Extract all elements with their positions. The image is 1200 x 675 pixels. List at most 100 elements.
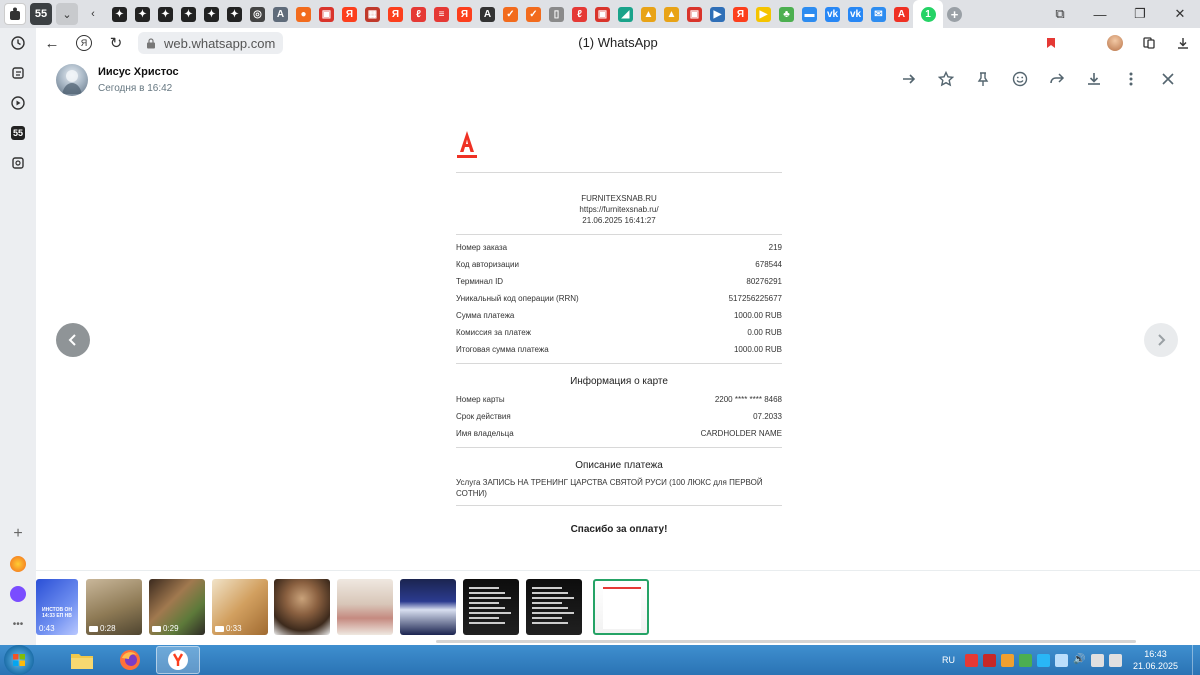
next-media-button[interactable] <box>1144 323 1178 357</box>
browser-tab[interactable]: ℓ <box>407 0 430 28</box>
counter-badge[interactable]: 55 <box>5 120 31 146</box>
browser-tab[interactable]: ▯ <box>545 0 568 28</box>
browser-tab[interactable]: vk <box>844 0 867 28</box>
tray-network-icon[interactable] <box>1054 653 1068 667</box>
reload-button[interactable]: ↻ <box>100 28 132 58</box>
tabs-scroll-left-icon[interactable]: ‹ <box>82 3 104 25</box>
tab-whatsapp[interactable]: 1 <box>913 0 943 28</box>
contact-avatar[interactable] <box>56 64 88 96</box>
video-icon[interactable] <box>5 90 31 116</box>
browser-tab[interactable]: ✦ <box>131 0 154 28</box>
bookmark-icon[interactable] <box>1034 28 1068 58</box>
profile-icon[interactable] <box>4 3 26 25</box>
history-icon[interactable] <box>5 30 31 56</box>
copy-icon[interactable]: ⧉ <box>1040 0 1080 28</box>
star-icon[interactable] <box>927 66 964 92</box>
video-thumbnail[interactable]: 0:28 <box>86 579 142 635</box>
browser-tab[interactable]: ● <box>292 0 315 28</box>
tabs-dropdown-icon[interactable]: ⌄ <box>56 3 78 25</box>
browser-tab[interactable]: ✦ <box>108 0 131 28</box>
video-thumbnail[interactable]: 0:33 <box>212 579 268 635</box>
user-avatar-icon[interactable] <box>1098 28 1132 58</box>
browser-tab[interactable]: Я <box>384 0 407 28</box>
tray-volume-icon[interactable]: 🔊 <box>1073 654 1086 667</box>
browser-tab[interactable]: A <box>890 0 913 28</box>
language-indicator[interactable]: RU <box>942 655 955 665</box>
browser-tab[interactable]: ◢ <box>614 0 637 28</box>
browser-tab[interactable]: ▬ <box>798 0 821 28</box>
alice-icon[interactable] <box>5 581 31 607</box>
menu-icon[interactable] <box>1112 66 1149 92</box>
pin-icon[interactable] <box>964 66 1001 92</box>
taskbar-explorer[interactable] <box>60 646 104 674</box>
browser-tab[interactable]: Я <box>729 0 752 28</box>
image-thumbnail[interactable] <box>593 579 649 635</box>
download-icon[interactable] <box>1166 28 1200 58</box>
download-media-icon[interactable] <box>1075 66 1112 92</box>
browser-tab[interactable]: ▣ <box>315 0 338 28</box>
url-field[interactable]: web.whatsapp.com <box>138 32 284 54</box>
browser-tab[interactable]: ▶ <box>752 0 775 28</box>
close-window-button[interactable]: ✕ <box>1160 0 1200 28</box>
video-thumbnail[interactable]: 0:29 <box>149 579 205 635</box>
browser-tab[interactable]: Я <box>453 0 476 28</box>
add-icon[interactable]: + <box>5 521 31 547</box>
browser-tab[interactable]: ✦ <box>177 0 200 28</box>
browser-tab[interactable]: ◎ <box>246 0 269 28</box>
browser-tab[interactable]: ✦ <box>200 0 223 28</box>
minimize-button[interactable]: — <box>1080 0 1120 28</box>
image-thumbnail[interactable] <box>526 579 582 635</box>
browser-tab[interactable]: vk <box>821 0 844 28</box>
browser-tab[interactable]: A <box>269 0 292 28</box>
show-desktop-button[interactable] <box>1192 645 1200 675</box>
tray-monitor-icon[interactable] <box>1108 653 1122 667</box>
browser-tab[interactable]: ✓ <box>499 0 522 28</box>
tray-bars-icon[interactable] <box>1018 653 1032 667</box>
clock[interactable]: 16:43 21.06.2025 <box>1133 648 1178 672</box>
browser-tab[interactable]: ▣ <box>683 0 706 28</box>
extensions-icon[interactable] <box>1132 28 1166 58</box>
tray-shield-icon[interactable] <box>1036 653 1050 667</box>
taskbar-firefox[interactable] <box>108 646 152 674</box>
browser-tab[interactable]: ♣ <box>775 0 798 28</box>
collections-icon[interactable] <box>5 60 31 86</box>
image-thumbnail[interactable] <box>337 579 393 635</box>
video-thumbnail[interactable]: ИНСТОВ ОН 14:33 ЕП НВ 0:43 <box>36 579 78 635</box>
browser-tab[interactable]: ▦ <box>361 0 384 28</box>
thumbnail-scrollbar[interactable] <box>436 640 1136 643</box>
taskbar-yandex-browser[interactable] <box>156 646 200 674</box>
new-tab-button[interactable]: + <box>943 0 966 28</box>
tray-pdf-icon[interactable] <box>982 653 996 667</box>
browser-tab[interactable]: ✦ <box>223 0 246 28</box>
browser-tab[interactable]: ℓ <box>568 0 591 28</box>
more-icon[interactable]: ••• <box>5 611 31 637</box>
browser-tab[interactable]: ▲ <box>660 0 683 28</box>
back-button[interactable]: ← <box>36 28 68 58</box>
forward-icon[interactable] <box>1038 66 1075 92</box>
previous-media-button[interactable] <box>56 323 90 357</box>
image-thumbnail[interactable] <box>400 579 456 635</box>
browser-tab[interactable]: ▲ <box>637 0 660 28</box>
browser-tab[interactable]: ≡ <box>430 0 453 28</box>
yandex-home-button[interactable]: Я <box>68 28 100 58</box>
close-icon[interactable] <box>1149 66 1186 92</box>
start-button[interactable] <box>4 645 34 675</box>
contact-name[interactable]: Иисус Христос <box>98 66 179 78</box>
tray-stack-icon[interactable] <box>1000 653 1014 667</box>
tab-count-button[interactable]: 55 <box>30 3 52 25</box>
camera-icon[interactable] <box>5 150 31 176</box>
browser-tab[interactable]: ▶ <box>706 0 729 28</box>
image-thumbnail[interactable] <box>274 579 330 635</box>
tray-flag-icon[interactable] <box>1090 653 1104 667</box>
react-emoji-icon[interactable] <box>1001 66 1038 92</box>
browser-tab[interactable]: ✓ <box>522 0 545 28</box>
restore-button[interactable]: ❐ <box>1120 0 1160 28</box>
browser-tab[interactable]: Я <box>338 0 361 28</box>
browser-tab[interactable]: ▣ <box>591 0 614 28</box>
image-thumbnail[interactable] <box>463 579 519 635</box>
go-to-message-icon[interactable] <box>890 66 927 92</box>
browser-tab[interactable]: ✦ <box>154 0 177 28</box>
browser-tab[interactable]: ✉ <box>867 0 890 28</box>
browser-tab[interactable]: A <box>476 0 499 28</box>
tray-record-icon[interactable] <box>964 653 978 667</box>
